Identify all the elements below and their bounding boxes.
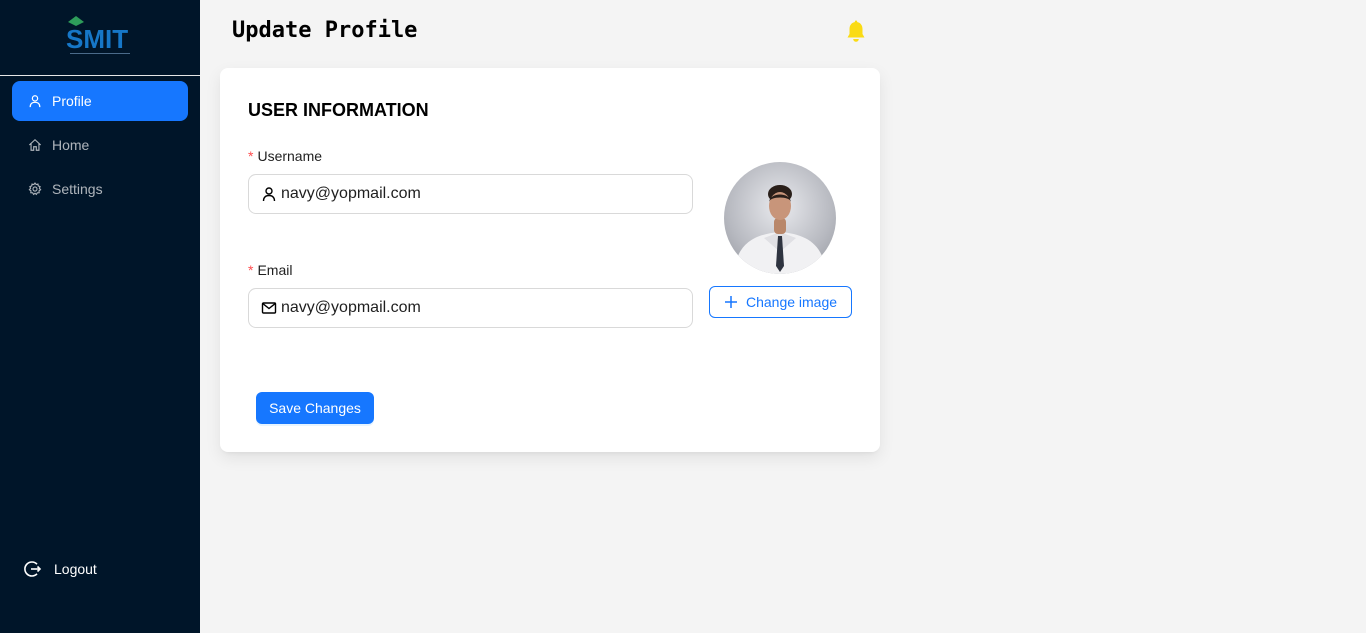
email-input[interactable]	[281, 299, 681, 317]
email-label-text: Email	[257, 262, 293, 278]
username-field[interactable]	[248, 174, 693, 214]
sidebar-item-profile[interactable]: Profile	[12, 81, 188, 121]
sidebar: SMIT Profile Home Settings Logout	[0, 0, 200, 633]
sidebar-menu: Profile Home Settings	[12, 81, 188, 213]
sidebar-item-label: Settings	[52, 181, 103, 197]
logout-icon	[24, 560, 42, 578]
user-icon	[261, 186, 277, 202]
plus-icon	[724, 295, 738, 309]
bell-icon[interactable]	[845, 20, 867, 44]
sidebar-item-label: Profile	[52, 93, 92, 109]
profile-avatar	[724, 162, 836, 274]
user-information-card: USER INFORMATION *Username *Email	[220, 68, 880, 452]
smit-logo[interactable]: SMIT	[60, 12, 140, 58]
svg-text:SMIT: SMIT	[66, 24, 128, 54]
username-input[interactable]	[281, 185, 681, 203]
home-icon	[28, 138, 42, 152]
logout-label: Logout	[54, 561, 97, 577]
section-title: USER INFORMATION	[248, 100, 429, 120]
gear-icon	[28, 182, 42, 196]
save-changes-button[interactable]: Save Changes	[256, 392, 374, 424]
username-label-text: Username	[257, 148, 323, 164]
logo-divider	[0, 75, 200, 76]
mail-icon	[261, 300, 277, 316]
change-image-button[interactable]: Change image	[709, 286, 852, 318]
page-title: Update Profile	[232, 18, 418, 43]
sidebar-item-label: Home	[52, 137, 90, 153]
sidebar-item-settings[interactable]: Settings	[12, 169, 188, 209]
user-icon	[28, 94, 42, 108]
required-marker: *	[248, 262, 254, 278]
change-image-label: Change image	[745, 294, 838, 310]
required-marker: *	[248, 148, 254, 164]
email-field[interactable]	[248, 288, 693, 328]
username-label: * Username	[248, 148, 322, 164]
email-label: * Email	[248, 262, 292, 278]
sidebar-item-home[interactable]: Home	[12, 125, 188, 165]
logout-button[interactable]: Logout	[24, 560, 97, 578]
